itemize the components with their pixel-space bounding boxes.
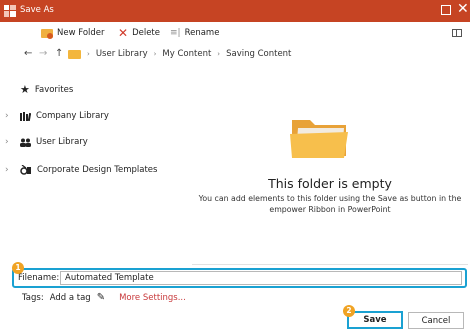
tags-label: Tags: [22,292,44,303]
sidebar-item-company-library[interactable]: Company Library [20,111,109,121]
breadcrumb-my-content[interactable]: My Content [162,49,211,59]
new-folder-button[interactable]: New Folder [41,28,105,39]
toolbar: New Folder ✕ Delete ≡| Rename [0,22,470,44]
chevron-right-icon: › [153,50,157,58]
save-button[interactable]: Save [347,311,403,329]
close-icon[interactable]: ✕ [457,1,469,17]
empty-folder-description: You can add elements to this folder usin… [198,194,462,214]
up-icon[interactable]: ↑ [55,49,63,59]
pencil-icon[interactable]: ✎ [97,292,105,303]
new-folder-label: New Folder [57,28,105,38]
sidebar-item-corporate-design-templates[interactable]: Corporate Design Templates [20,165,157,175]
maximize-icon[interactable] [441,5,451,15]
sidebar-item-label: Favorites [34,84,74,95]
breadcrumb-user-library[interactable]: User Library [96,49,148,59]
delete-label: Delete [132,28,160,38]
app-icon [4,5,16,17]
rename-label: Rename [184,28,220,38]
chevron-right-icon: › [217,50,221,58]
delete-button[interactable]: ✕ Delete [118,26,160,40]
sidebar-item-user-library[interactable]: User Library [20,137,88,147]
design-templates-icon [20,165,31,175]
breadcrumb-saving-content[interactable]: Saving Content [226,49,291,59]
filename-label: Filename: [18,273,60,283]
back-icon[interactable]: ← [24,49,32,59]
star-icon: ★ [20,83,30,96]
chevron-right-icon: › [87,50,90,58]
breadcrumb: › User Library › My Content › Saving Con… [68,49,291,59]
delete-icon: ✕ [118,26,129,40]
chevron-right-icon[interactable]: › [5,111,9,121]
chevron-right-icon[interactable]: › [5,137,9,147]
window-title: Save As [20,5,54,15]
cancel-button[interactable]: Cancel [408,312,464,329]
filename-input[interactable] [60,271,462,285]
sidebar-item-label: User Library [36,137,88,147]
forward-icon[interactable]: → [39,49,47,59]
add-tag-link[interactable]: Add a tag [50,293,91,303]
new-folder-icon [41,28,53,39]
empty-folder-title: This folder is empty [268,176,392,191]
step-badge-1: 1 [12,262,24,274]
rename-icon: ≡| [170,28,181,38]
folder-icon [68,49,81,59]
tags-row: Tags: Add a tag ✎ More Settings... [22,292,186,303]
step-badge-2: 2 [343,305,355,317]
users-icon [20,138,31,147]
navigation-bar: ← → ↑ › User Library › My Content › Savi… [0,44,470,66]
rename-button[interactable]: ≡| Rename [170,28,219,38]
empty-folder-icon [290,120,348,158]
sidebar-item-label: Corporate Design Templates [37,165,158,175]
view-toggle-icon[interactable] [452,29,462,37]
title-bar: Save As ✕ [0,0,470,22]
books-icon [20,111,31,121]
chevron-right-icon[interactable]: › [5,165,9,175]
filename-row: Filename: [12,268,467,288]
divider [192,264,468,265]
more-settings-link[interactable]: More Settings... [119,293,186,303]
sidebar-item-favorites[interactable]: ★ Favorites [20,83,73,96]
sidebar-item-label: Company Library [36,111,109,121]
